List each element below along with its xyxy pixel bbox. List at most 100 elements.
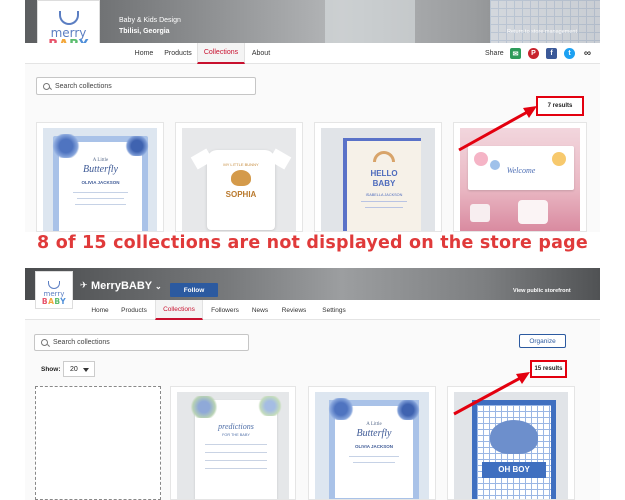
invitation-card: A Little Butterfly OLIVIA JACKSON bbox=[51, 134, 150, 231]
pinterest-icon[interactable]: P bbox=[528, 48, 539, 59]
store-subtitle: Baby & Kids Design bbox=[119, 17, 181, 24]
divider bbox=[75, 204, 126, 205]
tab-news[interactable]: News bbox=[247, 300, 273, 320]
tab-products[interactable]: Products bbox=[159, 43, 197, 64]
comparison-figure: Baby & Kids Design Tbilisi, Georgia Retu… bbox=[0, 0, 625, 500]
flower-decoration bbox=[124, 136, 150, 156]
collection-card-predictions[interactable]: predictions FOR THE BABY bbox=[170, 386, 296, 500]
logo-text-baby: BABY bbox=[42, 298, 66, 306]
logo-mark-icon bbox=[48, 281, 60, 289]
collection-card-butterfly[interactable]: A Little Butterfly OLIVIA JACKSON bbox=[36, 122, 164, 232]
invitation-card: HELLO BABY ISABELLA JACKSON bbox=[347, 141, 421, 231]
invitation-script: Butterfly bbox=[83, 164, 118, 175]
divider bbox=[205, 444, 267, 445]
return-to-store-management-link[interactable]: Return to store management bbox=[507, 29, 577, 35]
banner-decoration bbox=[490, 0, 600, 43]
tab-products[interactable]: Products bbox=[115, 300, 153, 320]
store-name-text: MerryBABY bbox=[91, 280, 152, 292]
pin-icon: ✈ bbox=[80, 280, 88, 290]
predictions-card-image: predictions FOR THE BABY bbox=[177, 392, 289, 499]
twitter-icon[interactable]: t bbox=[564, 48, 575, 59]
onesie-text: MY LITTLE BUNNY bbox=[223, 162, 259, 167]
red-arrow bbox=[458, 106, 537, 152]
collection-card-butterfly[interactable]: A Little Butterfly OLIVIA JACKSON bbox=[308, 386, 436, 500]
balloon-decoration bbox=[552, 152, 566, 166]
divider bbox=[361, 201, 407, 202]
baby-onesie-image: MY LITTLE BUNNY SOPHIA bbox=[182, 128, 296, 231]
welcome-text: Welcome bbox=[506, 166, 536, 175]
page-size-select[interactable]: 20 bbox=[63, 361, 95, 377]
elephant-illustration bbox=[490, 420, 538, 454]
arrow-line bbox=[458, 108, 532, 152]
divider bbox=[353, 462, 395, 463]
collection-card-onesie[interactable]: MY LITTLE BUNNY SOPHIA bbox=[175, 122, 303, 232]
show-label: Show: bbox=[41, 366, 61, 373]
bunny-illustration bbox=[231, 170, 251, 186]
tab-followers[interactable]: Followers bbox=[205, 300, 245, 320]
link-icon[interactable]: ∞ bbox=[582, 48, 593, 59]
store-logo[interactable]: merry BABY bbox=[35, 271, 73, 309]
flower-decoration bbox=[51, 134, 81, 158]
divider bbox=[205, 460, 267, 461]
store-management-screenshot: ✈ MerryBABY ⌄ Follow View public storefr… bbox=[25, 268, 600, 500]
tab-collections[interactable]: Collections bbox=[155, 300, 203, 320]
chevron-down-icon: ⌄ bbox=[155, 282, 162, 291]
predictions-card: predictions FOR THE BABY bbox=[189, 396, 283, 499]
divider bbox=[77, 198, 124, 199]
comparison-caption: 8 of 15 collections are not displayed on… bbox=[37, 233, 588, 253]
chevron-down-icon bbox=[83, 368, 89, 372]
butterfly-invitation-image: A Little Butterfly OLIVIA JACKSON bbox=[43, 128, 157, 231]
predictions-title: predictions bbox=[218, 422, 254, 431]
search-collections-input[interactable]: Search collections bbox=[34, 334, 249, 351]
management-nav: Home Products Collections Followers News… bbox=[25, 300, 600, 320]
tab-about[interactable]: About bbox=[245, 43, 277, 64]
view-public-storefront-link[interactable]: View public storefront bbox=[513, 288, 571, 294]
tab-collections[interactable]: Collections bbox=[197, 43, 245, 64]
invitation-card: A Little Butterfly OLIVIA JACKSON bbox=[327, 398, 421, 499]
tab-home[interactable]: Home bbox=[129, 43, 159, 64]
hello-baby-invitation-image: HELLO BABY ISABELLA JACKSON bbox=[321, 128, 435, 231]
invitation-text: A Little bbox=[366, 422, 382, 427]
invitation-headline: BABY bbox=[372, 179, 396, 188]
page-size-value: 20 bbox=[70, 365, 78, 373]
search-icon bbox=[43, 82, 50, 90]
onesie-name: SOPHIA bbox=[225, 190, 257, 199]
red-arrow bbox=[453, 372, 530, 416]
arrow-line bbox=[453, 374, 525, 416]
invitation-script: Butterfly bbox=[356, 428, 392, 439]
store-banner: ✈ MerryBABY ⌄ Follow View public storefr… bbox=[25, 268, 600, 300]
search-placeholder: Search collections bbox=[53, 339, 110, 346]
oh-boy-text: OH BOY bbox=[482, 462, 546, 478]
new-collection-placeholder[interactable] bbox=[35, 386, 161, 500]
tab-home[interactable]: Home bbox=[85, 300, 115, 320]
rainbow-icon bbox=[373, 151, 395, 162]
flower-decoration bbox=[257, 396, 283, 416]
tab-settings[interactable]: Settings bbox=[315, 300, 353, 320]
flower-decoration bbox=[395, 400, 421, 420]
store-name[interactable]: MerryBABY ⌄ bbox=[91, 280, 162, 292]
follow-button[interactable]: Follow bbox=[170, 283, 218, 297]
facebook-icon[interactable]: f bbox=[546, 48, 557, 59]
store-banner: Baby & Kids Design Tbilisi, Georgia Retu… bbox=[25, 0, 600, 43]
flower-decoration bbox=[189, 396, 219, 418]
search-placeholder: Search collections bbox=[55, 82, 112, 90]
search-icon bbox=[41, 339, 48, 346]
divider bbox=[205, 468, 267, 469]
store-location: Tbilisi, Georgia bbox=[119, 28, 170, 35]
onesie-shape: MY LITTLE BUNNY SOPHIA bbox=[190, 148, 292, 230]
logo-letter: Y bbox=[60, 297, 67, 306]
email-icon[interactable]: ✉ bbox=[510, 48, 521, 59]
divider bbox=[73, 192, 128, 193]
invitation-name: OLIVIA JACKSON bbox=[81, 180, 120, 185]
invitation-name: ISABELLA JACKSON bbox=[365, 193, 403, 197]
cake-decoration bbox=[470, 204, 490, 222]
share-label: Share bbox=[485, 50, 504, 57]
divider bbox=[349, 456, 399, 457]
search-collections-input[interactable]: Search collections bbox=[36, 77, 256, 95]
banner-decoration bbox=[325, 0, 415, 43]
predictions-subtitle: FOR THE BABY bbox=[222, 433, 250, 437]
organize-button[interactable]: Organize bbox=[519, 334, 566, 348]
tab-reviews[interactable]: Reviews bbox=[275, 300, 313, 320]
collection-card-hello-baby[interactable]: HELLO BABY ISABELLA JACKSON bbox=[314, 122, 442, 232]
flower-decoration bbox=[327, 398, 355, 420]
